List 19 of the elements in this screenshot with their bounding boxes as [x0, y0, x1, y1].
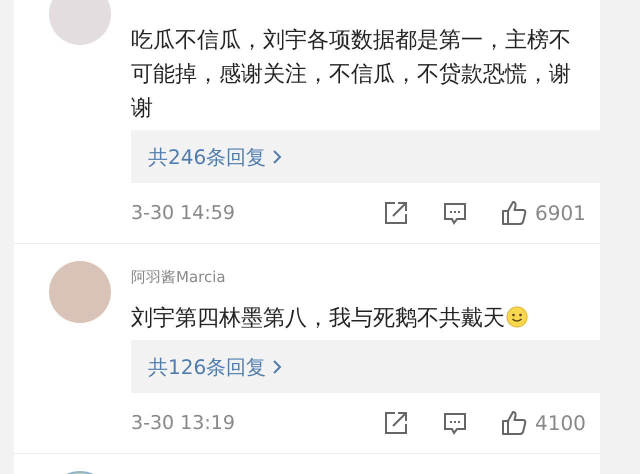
comment-text: 刘宇第四林墨第八，我与死鹅不共戴天 — [131, 302, 581, 336]
comment-text: 吃瓜不信瓜，刘宇各项数据都是第一，主榜不可能掉，感谢关注，不信瓜，不贷款恐慌，谢谢 — [131, 27, 572, 123]
smiley-icon — [506, 306, 528, 328]
replies-link[interactable]: 共246条回复 — [131, 130, 600, 183]
chevron-icon — [272, 148, 282, 164]
comment-icon[interactable] — [443, 201, 467, 225]
replies-link[interactable]: 共126条回复 — [131, 340, 600, 393]
comment-icon[interactable] — [443, 411, 467, 435]
timestamp: 3-30 14:59 — [131, 200, 236, 226]
share-icon[interactable] — [383, 410, 409, 436]
chevron-icon — [272, 358, 282, 374]
thumbs-up-icon[interactable] — [501, 410, 527, 436]
avatar — [49, 0, 111, 45]
like-count: 4100 — [535, 410, 586, 437]
like-count: 6901 — [535, 200, 586, 227]
timestamp: 3-30 13:19 — [131, 410, 236, 436]
thumbs-up-icon[interactable] — [501, 200, 527, 226]
username[interactable]: 阿羽酱Marcia — [131, 266, 600, 288]
share-icon[interactable] — [383, 200, 409, 226]
